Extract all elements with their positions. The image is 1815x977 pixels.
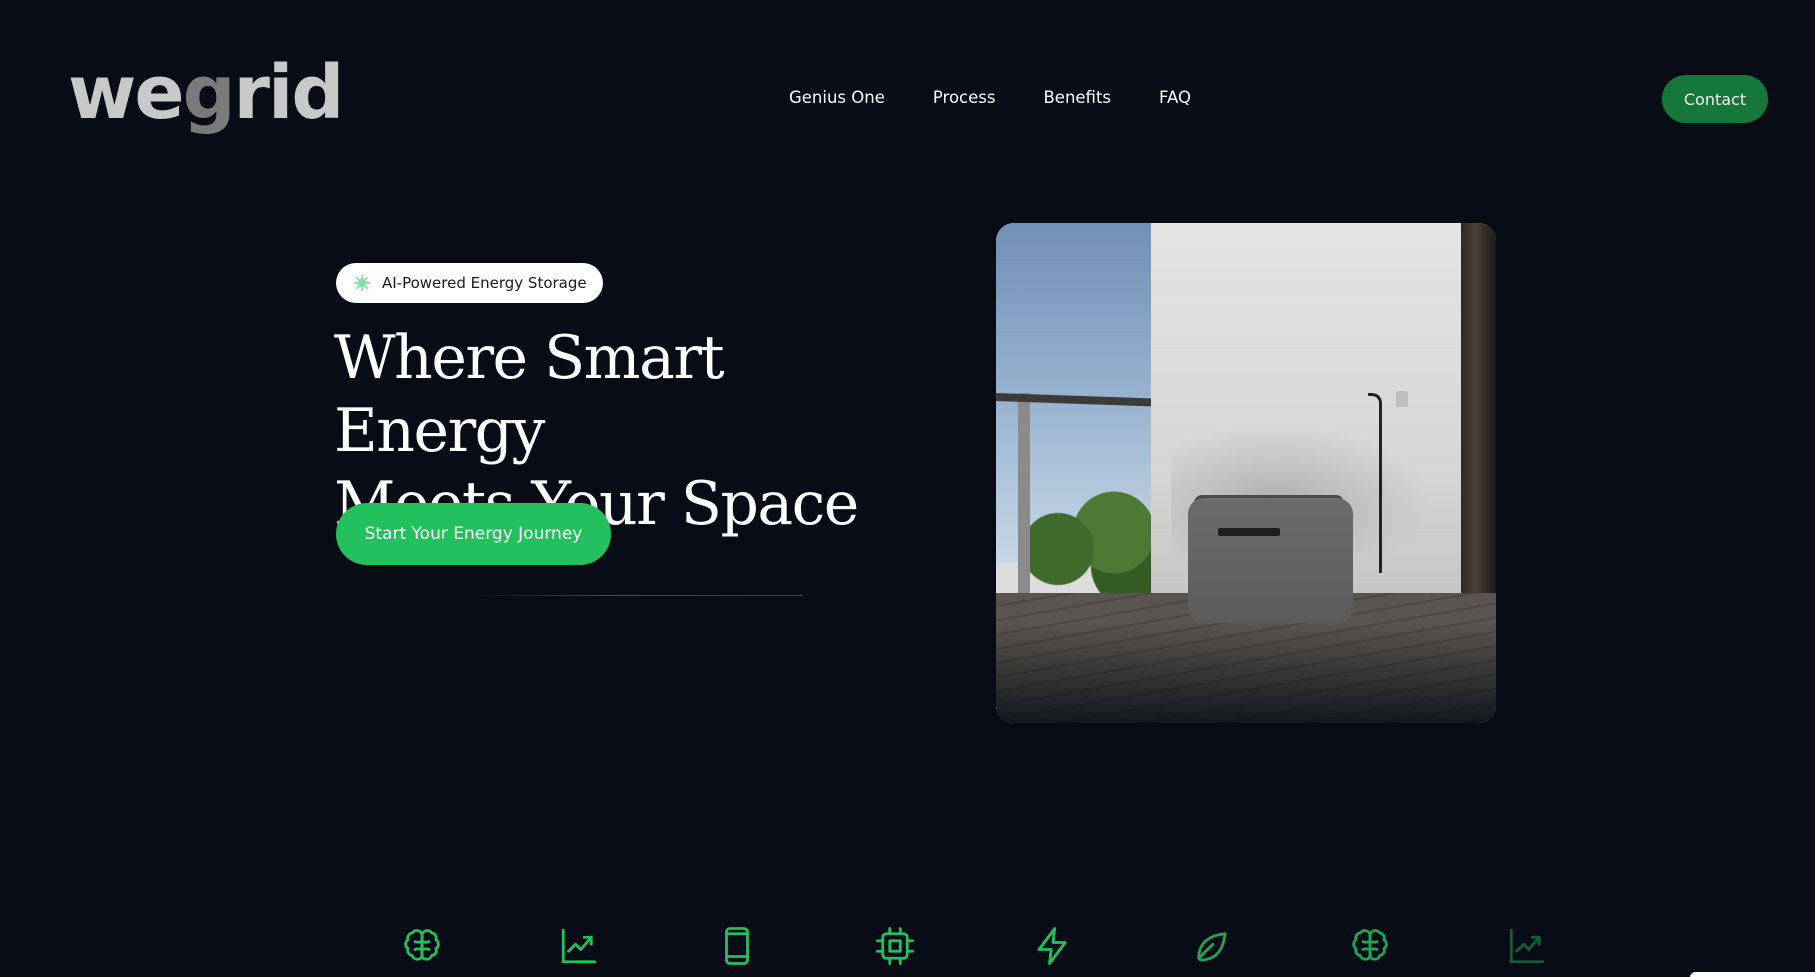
lightning-icon xyxy=(1032,925,1074,967)
energy-storage-unit xyxy=(1188,498,1353,623)
battery-on-balcony-photo xyxy=(996,223,1496,723)
sparkle-icon xyxy=(353,274,371,292)
nav-genius-one[interactable]: Genius One xyxy=(789,88,885,107)
logo-text: wegrid xyxy=(68,50,344,136)
feature-icons-row xyxy=(0,925,1815,967)
nav-benefits[interactable]: Benefits xyxy=(1043,88,1111,107)
page: wegrid Genius One Process Benefits FAQ C… xyxy=(0,0,1815,977)
contact-button[interactable]: Contact xyxy=(1662,75,1768,123)
cpu-icon xyxy=(874,925,916,967)
wegrid-logo[interactable]: wegrid xyxy=(68,56,344,130)
badge-label: AI-Powered Energy Storage xyxy=(382,274,587,292)
headline-line-1: Where Smart Energy xyxy=(334,323,725,466)
leaf-icon xyxy=(1190,925,1232,967)
hero-divider xyxy=(470,595,803,596)
nav-faq[interactable]: FAQ xyxy=(1159,88,1191,107)
start-energy-journey-button[interactable]: Start Your Energy Journey xyxy=(336,503,611,565)
nav-process[interactable]: Process xyxy=(933,88,996,107)
hero-badge: AI-Powered Energy Storage xyxy=(336,263,603,303)
trending-up-icon xyxy=(1506,925,1548,967)
brain-icon xyxy=(401,925,443,967)
smartphone-icon xyxy=(716,925,758,967)
brain-icon xyxy=(1349,925,1391,967)
main-nav: Genius One Process Benefits FAQ xyxy=(789,88,1191,107)
corner-widget-tab[interactable] xyxy=(1690,972,1815,977)
trending-up-icon xyxy=(558,925,600,967)
